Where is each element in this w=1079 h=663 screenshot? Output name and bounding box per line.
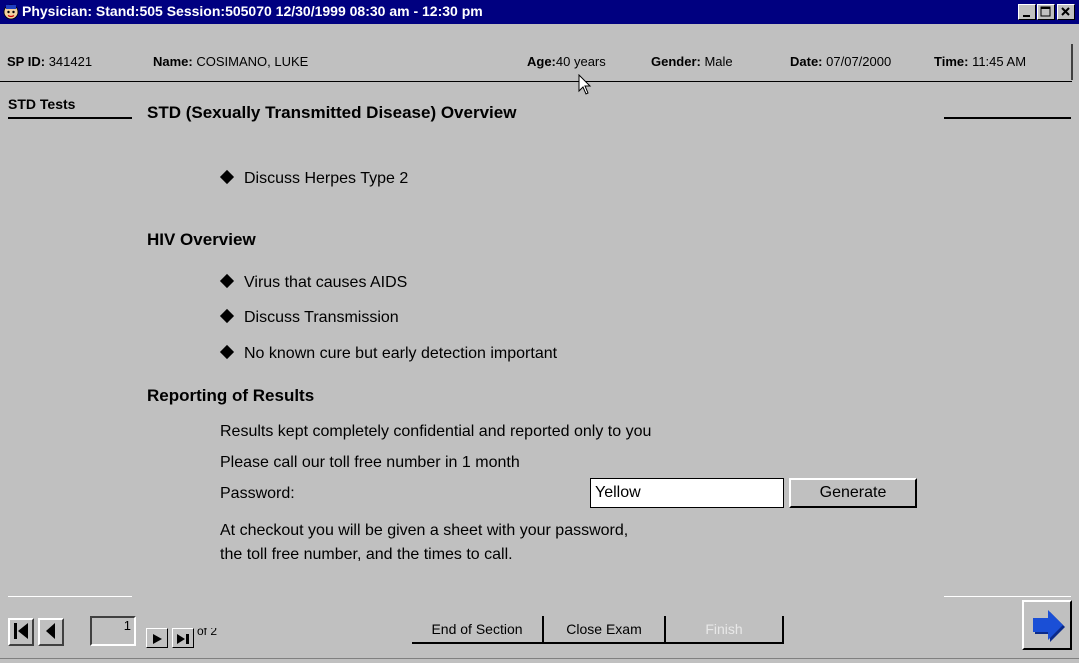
tab-underline — [8, 117, 132, 119]
date-label: Date: — [790, 54, 823, 69]
page-of-label: of 2 — [197, 628, 218, 638]
diamond-bullet-icon — [219, 273, 235, 289]
password-label: Password: — [220, 485, 295, 502]
next-page-button[interactable] — [146, 628, 168, 648]
time-label: Time: — [934, 54, 969, 69]
first-page-icon — [14, 623, 28, 639]
checkout-text-line1: At checkout you will be given a sheet wi… — [220, 522, 629, 539]
next-section-button[interactable] — [1022, 600, 1072, 650]
bullet-text: Virus that causes AIDS — [244, 274, 408, 291]
first-page-button[interactable] — [8, 618, 34, 646]
date-field: Date: 07/07/2000 — [790, 54, 891, 69]
minimize-icon — [1023, 15, 1030, 17]
bullet-item: No known cure but early detection import… — [219, 344, 558, 363]
footer-line-right — [944, 596, 1071, 597]
infobar-bottom-border — [0, 81, 1072, 82]
name-value: COSIMANO, LUKE — [196, 54, 309, 69]
footer-line-left — [8, 596, 132, 597]
end-of-section-label: End of Section — [431, 621, 523, 637]
age-label: Age: — [527, 54, 556, 69]
close-icon — [1061, 7, 1070, 16]
next-page-icon — [153, 634, 162, 644]
previous-page-button[interactable] — [38, 618, 64, 646]
close-button[interactable] — [1057, 4, 1075, 20]
hiv-overview-heading: HIV Overview — [147, 230, 256, 249]
call-instructions-text: Please call our toll free number in 1 mo… — [220, 454, 520, 471]
finish-button[interactable]: Finish — [666, 616, 784, 644]
time-value: 11:45 AM — [972, 54, 1027, 69]
bullet-text: Discuss Transmission — [244, 309, 399, 326]
bullet-item: Discuss Herpes Type 2 — [219, 169, 409, 188]
close-exam-label: Close Exam — [566, 621, 642, 637]
next-arrow-icon — [1033, 610, 1065, 642]
name-label: Name: — [153, 54, 193, 69]
previous-page-icon — [46, 623, 55, 639]
std-overview-heading: STD (Sexually Transmitted Disease) Overv… — [147, 103, 517, 122]
sp-id-label: SP ID: — [7, 54, 46, 69]
bullet-item: Discuss Transmission — [219, 308, 399, 327]
sp-id-field: SP ID: 341421 — [7, 54, 92, 69]
sp-id-value: 341421 — [48, 54, 93, 69]
name-field: Name: COSIMANO, LUKE — [153, 54, 308, 69]
footer-bottom-border — [0, 658, 1079, 659]
infobar-divider — [1071, 44, 1073, 80]
generate-button[interactable]: Generate — [789, 478, 917, 508]
age-field: Age:40 years — [527, 54, 606, 69]
finish-label: Finish — [705, 621, 743, 637]
reporting-results-heading: Reporting of Results — [147, 386, 315, 405]
gender-value: Male — [704, 54, 733, 69]
diamond-bullet-icon — [219, 308, 235, 324]
checkout-text-line2: the toll free number, and the times to c… — [220, 546, 513, 563]
bullet-text: No known cure but early detection import… — [244, 345, 558, 362]
confidential-text: Results kept completely confidential and… — [220, 423, 652, 440]
close-exam-button[interactable]: Close Exam — [544, 616, 666, 644]
bullet-item: Virus that causes AIDS — [219, 273, 408, 292]
last-page-icon — [177, 634, 189, 644]
date-value: 07/07/2000 — [826, 54, 892, 69]
gender-field: Gender: Male — [651, 54, 733, 69]
tab-std-tests[interactable]: STD Tests — [8, 96, 75, 112]
right-underline — [944, 117, 1071, 119]
password-input[interactable] — [590, 478, 784, 508]
maximize-icon — [1040, 6, 1051, 17]
maximize-button[interactable] — [1037, 4, 1055, 20]
bullet-text: Discuss Herpes Type 2 — [244, 170, 409, 187]
mouse-cursor-icon — [578, 74, 592, 95]
time-field: Time: 11:45 AM — [934, 54, 1026, 69]
window-title: Physician: Stand:505 Session:505070 12/3… — [22, 3, 483, 19]
age-value: 40 years — [555, 54, 606, 69]
diamond-bullet-icon — [219, 169, 235, 185]
page-number-field[interactable]: 1 — [90, 616, 136, 646]
gender-label: Gender: — [651, 54, 701, 69]
minimize-button[interactable] — [1018, 4, 1036, 20]
last-page-button[interactable] — [172, 628, 194, 648]
physician-app-icon — [3, 4, 19, 20]
end-of-section-button[interactable]: End of Section — [412, 616, 544, 644]
diamond-bullet-icon — [219, 344, 235, 360]
title-bar: Physician: Stand:505 Session:505070 12/3… — [0, 0, 1079, 24]
